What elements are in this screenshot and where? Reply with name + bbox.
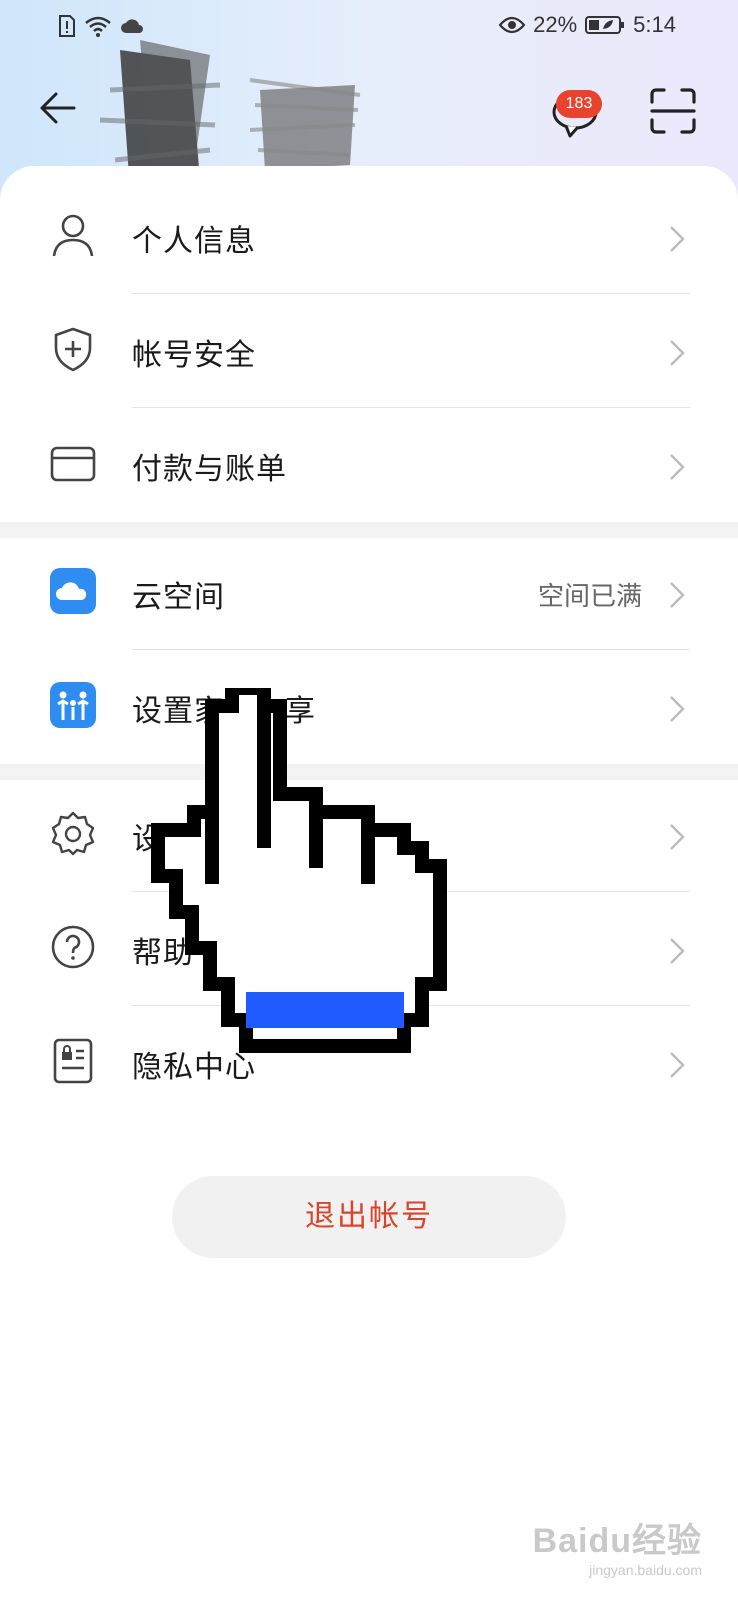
menu-label: 付款与账单: [132, 452, 287, 487]
menu-item-personal-info[interactable]: 个人信息: [0, 182, 738, 294]
divider: [132, 649, 690, 650]
chevron-right-icon: [670, 454, 685, 480]
divider: [132, 293, 690, 294]
card-icon: [50, 446, 96, 482]
menu-label: 个人信息: [132, 224, 256, 259]
shield-plus-icon: [54, 327, 92, 372]
menu-item-account-security[interactable]: 帐号安全: [0, 296, 738, 408]
chevron-right-icon: [670, 938, 685, 964]
chevron-right-icon: [670, 696, 685, 722]
menu-label: 帐号安全: [132, 338, 256, 373]
hand-pointer-icon: [151, 688, 447, 1053]
menu-label: 云空间: [132, 580, 225, 615]
status-right-icons: 22% 5:14: [499, 12, 676, 38]
watermark-url: jingyan.baidu.com: [589, 1562, 702, 1578]
chevron-right-icon: [670, 582, 685, 608]
divider: [132, 407, 690, 408]
watermark-logo: Baidu经验: [532, 1522, 702, 1560]
back-arrow-icon[interactable]: [34, 84, 82, 132]
chevron-right-icon: [670, 824, 685, 850]
battery-percent: 22%: [533, 12, 578, 37]
baidu-watermark: Baidu经验 jingyan.baidu.com: [533, 1513, 702, 1578]
section-gap: [0, 522, 738, 538]
logout-button[interactable]: 退出帐号: [172, 1176, 566, 1258]
chevron-right-icon: [670, 340, 685, 366]
person-icon: [52, 214, 94, 257]
chevron-right-icon: [670, 1052, 685, 1078]
clock: 5:14: [633, 12, 676, 37]
scan-icon[interactable]: [648, 86, 698, 136]
chevron-right-icon: [670, 226, 685, 252]
message-badge: 183: [556, 90, 602, 118]
battery-icon: [585, 16, 625, 34]
menu-item-cloud-space[interactable]: 云空间 空间已满: [0, 538, 738, 650]
help-icon: [51, 925, 95, 969]
cloud-icon: [50, 568, 96, 614]
family-icon: [50, 682, 96, 728]
eye-comfort-icon: [499, 16, 526, 34]
gear-icon: [51, 811, 95, 856]
sim-alert-icon: [59, 15, 75, 37]
privacy-icon: [53, 1038, 93, 1084]
storage-status: 空间已满: [537, 582, 642, 612]
menu-item-payment-billing[interactable]: 付款与账单: [0, 410, 738, 522]
